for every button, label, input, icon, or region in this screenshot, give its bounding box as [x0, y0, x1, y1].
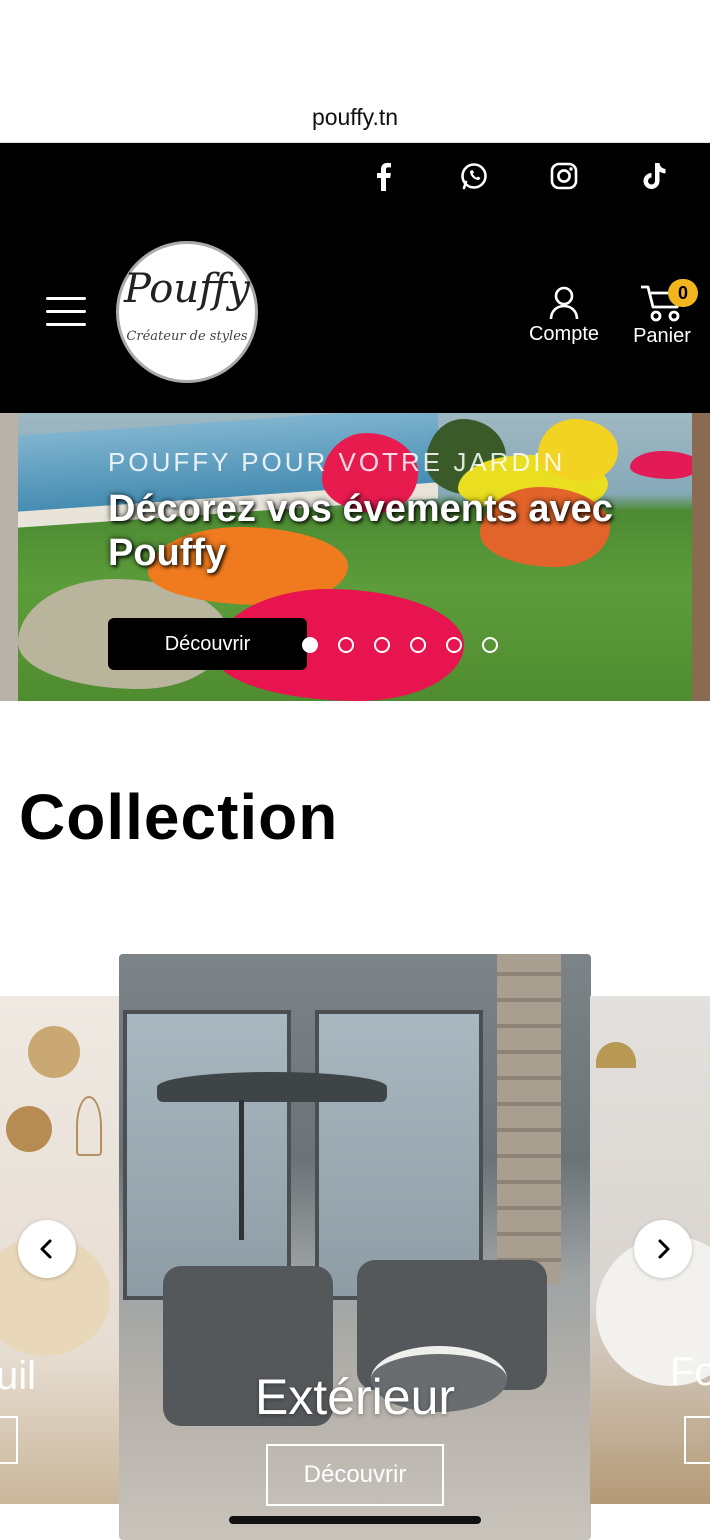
hero-discover-button[interactable]: Découvrir	[108, 618, 307, 670]
hero-kicker: POUFFY POUR VOTRE JARDIN	[108, 447, 566, 477]
cart-count-badge: 0	[668, 279, 698, 307]
parasol-image	[157, 1072, 387, 1102]
wall-decor-image	[76, 1096, 102, 1156]
browser-address-bar[interactable]: pouffy.tn	[0, 0, 710, 143]
slider-dots	[302, 637, 518, 653]
window-image	[123, 1010, 291, 1300]
hero-slide: POUFFY POUR VOTRE JARDIN Décorez vos éve…	[18, 413, 692, 701]
collection-card-next-label: Fo	[670, 1350, 710, 1394]
account-label: Compte	[528, 323, 600, 345]
slider-dot[interactable]	[482, 637, 498, 653]
site-logo[interactable]: Pouffy Créateur de styles	[116, 241, 258, 383]
carousel-prev-button[interactable]	[18, 1220, 76, 1278]
browser-url[interactable]: pouffy.tn	[0, 104, 710, 131]
parasol-pole	[239, 1100, 244, 1240]
carousel-next-button[interactable]	[634, 1220, 692, 1278]
user-icon	[549, 286, 579, 320]
collection-card-next-button[interactable]	[684, 1416, 710, 1464]
slider-dot[interactable]	[374, 637, 390, 653]
slider-dot[interactable]	[446, 637, 462, 653]
hero-slider[interactable]: POUFFY POUR VOTRE JARDIN Décorez vos éve…	[0, 413, 710, 701]
collection-card-label: Extérieur	[254, 1369, 456, 1425]
slider-dot[interactable]	[410, 637, 426, 653]
hero-title: Décorez vos évements avec Pouffy	[108, 488, 613, 574]
collection-card-discover-button[interactable]: Découvrir	[266, 1444, 444, 1506]
beanbag-image	[630, 451, 692, 479]
wall-decor-image	[28, 1026, 80, 1078]
collection-card-prev-button[interactable]	[0, 1416, 18, 1464]
chevron-right-icon	[658, 1239, 670, 1259]
logo-text: Pouffy	[123, 266, 251, 312]
wall-decor-image	[6, 1106, 52, 1152]
hero-next-slide-peek	[692, 413, 710, 701]
collection-carousel[interactable]: uil Extérieur Découvrir Fo	[0, 952, 710, 1540]
window-image	[315, 1010, 483, 1300]
menu-icon[interactable]	[46, 297, 86, 327]
slider-dot[interactable]	[338, 637, 354, 653]
tiktok-icon[interactable]	[632, 159, 676, 193]
facebook-icon[interactable]	[362, 159, 406, 193]
instagram-icon[interactable]	[542, 159, 586, 193]
chevron-left-icon	[40, 1239, 52, 1259]
home-indicator[interactable]	[229, 1516, 481, 1524]
collection-title: Collection	[19, 781, 339, 853]
cart-button[interactable]: Panier 0	[626, 279, 698, 355]
site-header: Pouffy Créateur de styles Compte Panier …	[0, 143, 710, 413]
whatsapp-icon[interactable]	[452, 159, 496, 193]
collection-card-prev-label: uil	[0, 1354, 37, 1398]
collection-card-exterieur[interactable]: Extérieur Découvrir	[119, 954, 591, 1540]
lamp-image	[596, 1042, 636, 1068]
logo-tagline: Créateur de styles	[126, 329, 248, 344]
cart-label: Panier	[633, 325, 691, 347]
account-button[interactable]: Compte	[520, 285, 608, 355]
hero-prev-slide-peek	[0, 413, 18, 701]
stone-pillar-image	[497, 954, 561, 1284]
slider-dot[interactable]	[302, 637, 318, 653]
